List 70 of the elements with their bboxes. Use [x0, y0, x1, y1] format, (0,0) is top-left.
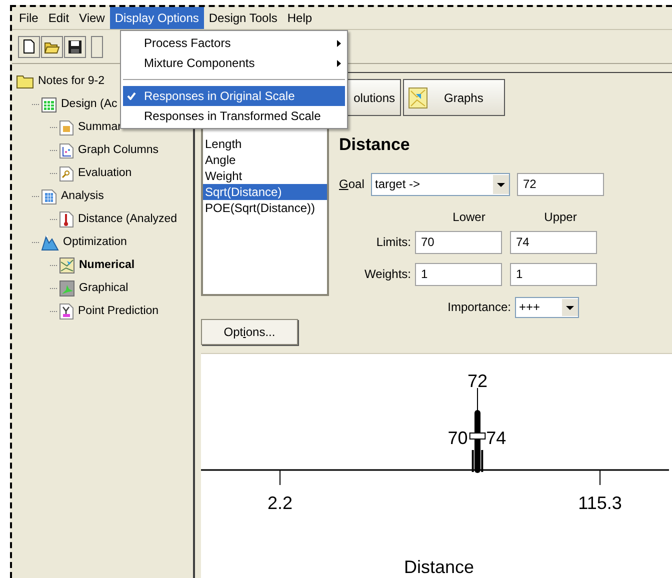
lower-limit-label: 70 — [448, 428, 468, 448]
response-item[interactable]: Weight — [203, 168, 327, 184]
tick-label: 115.3 — [578, 493, 622, 513]
menu-item[interactable]: View — [74, 7, 110, 29]
spreadsheet-icon — [41, 96, 57, 112]
submenu-arrow-icon — [337, 60, 341, 66]
ramp-marker — [469, 410, 486, 473]
importance-dropdown[interactable]: +++ — [515, 296, 579, 318]
contour-map-icon — [59, 257, 75, 274]
tree-item[interactable]: Graph Columns — [78, 142, 159, 160]
upper-limit-label: 74 — [486, 428, 506, 448]
tree-item[interactable]: Distance (Analyzed — [78, 210, 178, 228]
mountain-chart-icon — [41, 234, 59, 251]
tree-item[interactable]: Point Prediction — [78, 302, 159, 320]
tick-label: 2.2 — [267, 493, 293, 513]
goal-label: Goal — [339, 176, 366, 193]
options-button[interactable]: Options... — [201, 319, 298, 345]
folder-icon — [16, 74, 34, 89]
upper-weight-field[interactable]: 1 — [510, 262, 597, 286]
response-item[interactable]: Sqrt(Distance) — [203, 184, 327, 200]
point-prediction-icon — [59, 303, 74, 320]
limits-label: Limits: — [375, 234, 412, 251]
menu-entry[interactable]: Responses in Transformed Scale — [123, 106, 345, 126]
menu-item[interactable]: Edit — [43, 7, 74, 29]
weights-label: Weights: — [364, 266, 412, 283]
save-button[interactable] — [64, 36, 86, 58]
tree-item[interactable]: Summar — [78, 118, 122, 136]
lower-limit-field[interactable]: 70 — [415, 230, 502, 254]
lower-weight-field[interactable]: 1 — [415, 262, 502, 286]
tree-item[interactable]: Notes for 9-2 — [38, 72, 104, 90]
tree-item[interactable]: Numerical — [79, 256, 135, 274]
response-item[interactable]: POE(Sqrt(Distance)) — [203, 200, 327, 216]
menu-entry[interactable]: Responses in Original Scale — [123, 86, 345, 106]
menu-entry[interactable]: Process Factors — [123, 33, 345, 53]
magnifier-document-icon — [59, 166, 74, 182]
toolbar-button[interactable] — [91, 36, 103, 58]
response-item[interactable]: Length — [203, 136, 327, 152]
menu-entry[interactable]: Mixture Components — [123, 53, 345, 73]
importance-label: Importance: — [446, 299, 512, 316]
response-heading: Distance — [339, 134, 411, 156]
graph-document-icon — [59, 142, 74, 158]
tree-item[interactable]: Evaluation — [78, 164, 132, 182]
open-button[interactable] — [41, 36, 63, 58]
axis-title: Distance — [404, 557, 474, 577]
graphical-map-icon — [59, 280, 75, 297]
target-tick — [477, 388, 478, 412]
target-field[interactable]: 72 — [517, 172, 604, 196]
menu-item[interactable]: Display Options — [110, 7, 204, 29]
new-file-button[interactable] — [18, 36, 40, 58]
column-header: Upper — [543, 209, 578, 226]
column-header: Lower — [452, 209, 486, 226]
menu-item[interactable]: File — [14, 7, 44, 29]
table-document-icon — [59, 120, 74, 136]
open-folder-icon — [44, 40, 60, 54]
view-button[interactable]: Graphs — [403, 79, 505, 116]
upper-limit-field[interactable]: 74 — [510, 230, 597, 254]
tree-item[interactable]: Optimization — [63, 234, 127, 252]
tree-item[interactable]: Graphical — [79, 280, 128, 298]
menu-item[interactable]: Design Tools — [204, 7, 282, 29]
calculator-document-icon — [41, 188, 57, 204]
menu-item[interactable]: Help — [282, 7, 318, 29]
target-label: 72 — [467, 371, 488, 391]
new-document-icon — [23, 39, 35, 54]
tree-item[interactable]: Design (Ac — [61, 96, 118, 114]
goal-dropdown[interactable]: target -> — [371, 172, 510, 196]
map-chart-icon — [408, 86, 428, 108]
submenu-arrow-icon — [337, 40, 341, 46]
response-item[interactable]: Angle — [203, 152, 327, 168]
tree-item[interactable]: Analysis — [61, 188, 104, 206]
thermometer-document-icon — [59, 211, 74, 228]
